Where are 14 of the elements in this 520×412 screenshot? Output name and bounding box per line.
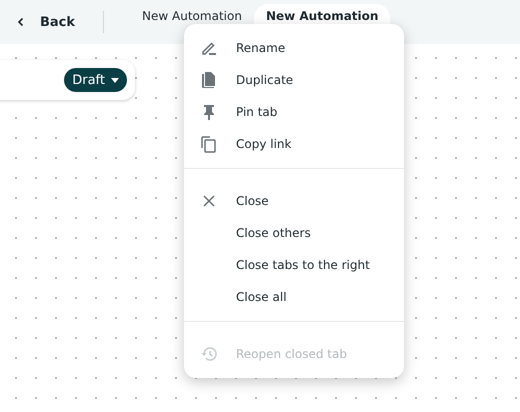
menu-item[interactable]: Copy link: [184, 128, 404, 160]
menu-item[interactable]: Close all: [184, 281, 404, 313]
menu-item[interactable]: Pin tab: [184, 96, 404, 128]
menu-item[interactable]: Close tabs to the right: [184, 249, 404, 281]
history-icon: [200, 345, 218, 363]
copy-icon: [200, 135, 218, 153]
menu-item[interactable]: Close others: [184, 217, 404, 249]
caret-icon: [111, 78, 119, 82]
file-icon: [200, 71, 218, 89]
back-button[interactable]: Back: [12, 0, 80, 44]
menu-item[interactable]: Duplicate: [184, 64, 404, 96]
chevron-left-icon: [16, 17, 26, 27]
menu-item[interactable]: Close: [184, 185, 404, 217]
status-dropdown[interactable]: Draft: [64, 68, 127, 92]
